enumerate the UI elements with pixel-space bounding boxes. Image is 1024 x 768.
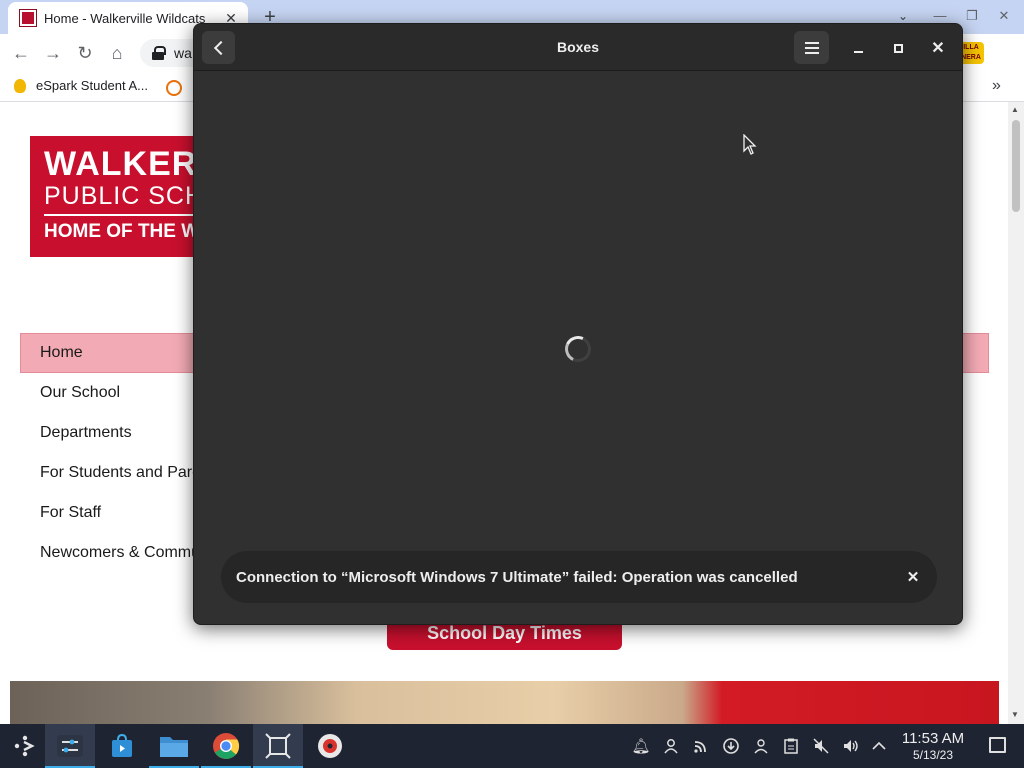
clock[interactable]: 11:53 AM 5/13/23	[896, 730, 970, 763]
close-button[interactable]: ✕	[926, 36, 950, 60]
boxes-headerbar: Boxes ✕	[194, 24, 962, 71]
banner-photo	[10, 681, 999, 724]
mouse-cursor-icon	[743, 134, 757, 155]
maximize-button[interactable]	[886, 36, 910, 60]
boxes-window: Boxes ✕ Connection to “Microsoft Windows…	[193, 23, 963, 625]
nav-item-our-school[interactable]: Our School	[40, 384, 120, 402]
clipboard-icon[interactable]	[781, 736, 801, 756]
scroll-thumb[interactable]	[1012, 120, 1020, 212]
logo-line-2: PUBLIC SCHOOL	[44, 182, 210, 210]
hamburger-menu-button[interactable]	[794, 31, 829, 64]
update-icon[interactable]	[721, 736, 741, 756]
lock-icon	[152, 46, 166, 60]
settings-sliders-icon	[57, 735, 83, 757]
scroll-down-arrow-icon[interactable]: ▼	[1011, 710, 1019, 719]
bookmark-label: eSpark Student A...	[36, 78, 149, 93]
scroll-up-arrow-icon[interactable]: ▲	[1011, 105, 1019, 114]
folder-icon	[160, 737, 188, 757]
minimize-icon	[853, 51, 863, 53]
hamburger-icon	[804, 41, 819, 44]
home-icon[interactable]: ⌂	[104, 40, 130, 66]
address-bar-url: wa	[174, 45, 192, 61]
volume-icon[interactable]	[841, 736, 861, 756]
taskbar-app-discover[interactable]	[97, 724, 147, 768]
taskbar-app-chrome[interactable]	[201, 724, 251, 768]
loading-spinner-icon	[561, 332, 595, 366]
back-button[interactable]	[202, 31, 235, 64]
browser-close-icon[interactable]: ✕	[994, 6, 1014, 26]
application-launcher-button[interactable]	[0, 724, 50, 768]
page-scrollbar[interactable]: ▲ ▼	[1008, 102, 1024, 724]
minimize-button[interactable]	[846, 36, 870, 60]
nav-item-departments[interactable]: Departments	[40, 424, 132, 442]
clock-time: 11:53 AM	[901, 730, 965, 747]
show-desktop-icon[interactable]	[989, 737, 1006, 753]
tray-expand-chevron-icon[interactable]	[869, 736, 889, 756]
taskbar: 🔔︎ 11:53 AM 5/13/23	[0, 724, 1024, 768]
browser-restore-icon[interactable]: ❐	[962, 6, 982, 26]
back-arrow-icon[interactable]: ←	[8, 40, 34, 66]
bookmark-p-icon[interactable]	[166, 80, 182, 96]
clock-date: 5/13/23	[912, 748, 954, 762]
chrome-icon	[213, 733, 240, 759]
boxes-app-icon	[265, 733, 291, 759]
school-favicon-icon	[19, 9, 37, 27]
chevron-left-icon	[213, 40, 228, 55]
disc-burner-icon	[318, 734, 342, 758]
reload-icon[interactable]: ↻	[72, 40, 98, 66]
taskbar-app-files[interactable]	[149, 724, 199, 768]
logo-divider	[44, 214, 210, 216]
logo-line-1: WALKERVILLE	[44, 145, 210, 183]
microphone-muted-icon[interactable]	[811, 736, 831, 756]
logo-line-3: HOME OF THE WILDCATS	[44, 221, 210, 242]
taskbar-app-boxes[interactable]	[253, 724, 303, 768]
lightbulb-icon	[14, 78, 26, 93]
wifi-icon[interactable]	[691, 736, 711, 756]
toast-message: Connection to “Microsoft Windows 7 Ultim…	[236, 568, 798, 586]
school-logo[interactable]: WALKERVILLE PUBLIC SCHOOL HOME OF THE WI…	[30, 136, 210, 257]
maximize-icon	[893, 43, 903, 53]
nav-item-staff[interactable]: For Staff	[40, 504, 101, 522]
taskbar-app-settings[interactable]	[45, 724, 95, 768]
bookmark-espark[interactable]: eSpark Student A...	[14, 78, 148, 93]
bookmarks-overflow-icon[interactable]: »	[992, 77, 1001, 95]
notifications-bell-icon[interactable]: 🔔︎	[631, 736, 651, 756]
user-account-icon[interactable]	[661, 736, 681, 756]
steam-deck-launcher-icon	[14, 735, 35, 757]
toast-close-button[interactable]: ✕	[901, 565, 925, 589]
error-toast: Connection to “Microsoft Windows 7 Ultim…	[221, 551, 937, 603]
store-bag-icon	[112, 733, 132, 757]
network-user-icon[interactable]	[751, 736, 771, 756]
nav-item-home[interactable]: Home	[40, 344, 83, 362]
taskbar-app-disc[interactable]	[305, 724, 355, 768]
forward-arrow-icon[interactable]: →	[40, 40, 66, 66]
